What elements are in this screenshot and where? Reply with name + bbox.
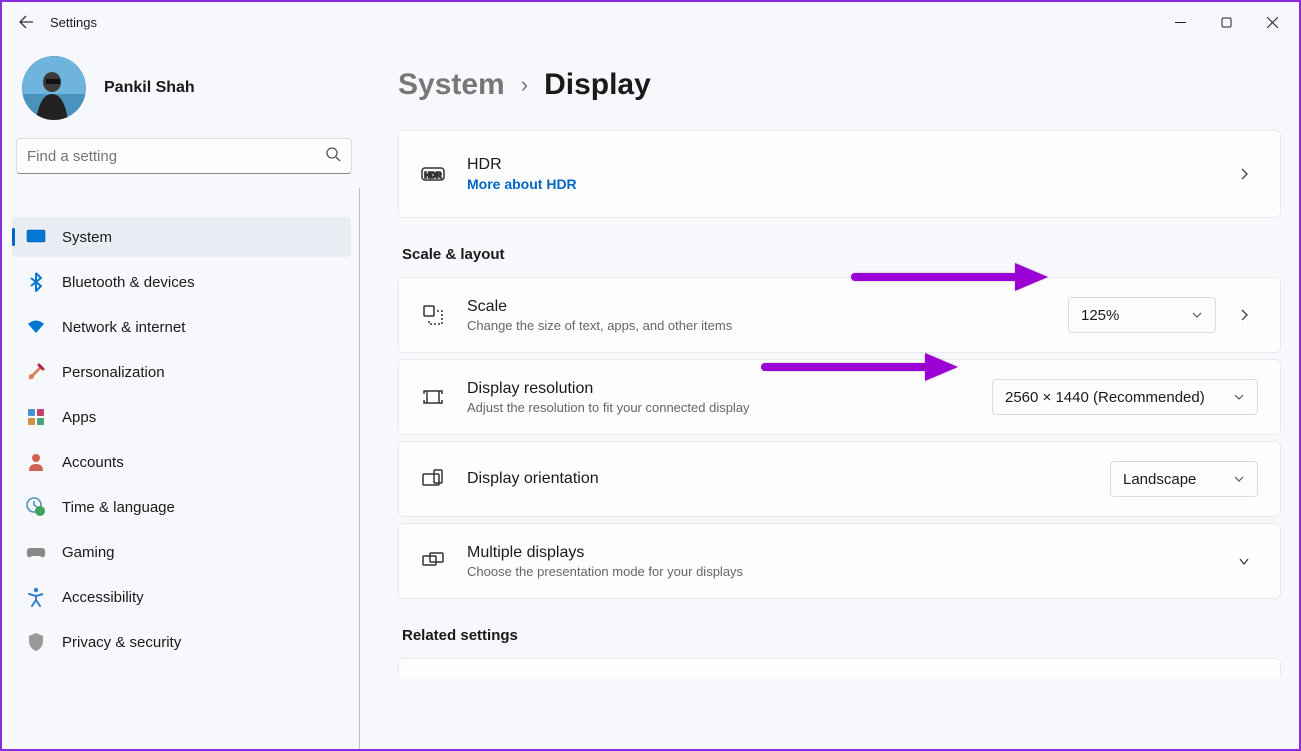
profile-name: Pankil Shah xyxy=(104,79,195,97)
hdr-icon: HDR xyxy=(421,162,445,186)
sidebar-item-label: Gaming xyxy=(62,544,115,561)
sidebar-item-accessibility[interactable]: Accessibility xyxy=(12,577,351,617)
sidebar-item-time-language[interactable]: Time & language xyxy=(12,487,351,527)
orientation-title: Display orientation xyxy=(467,470,1110,488)
maximize-button[interactable] xyxy=(1203,2,1249,42)
title-bar: Settings xyxy=(2,2,1299,42)
multiple-sub: Choose the presentation mode for your di… xyxy=(467,564,1230,579)
sidebar-item-label: Bluetooth & devices xyxy=(62,274,195,291)
apps-icon xyxy=(26,407,46,427)
sidebar-item-label: System xyxy=(62,229,112,246)
multiple-displays-card[interactable]: Multiple displays Choose the presentatio… xyxy=(398,523,1281,599)
chevron-down-icon xyxy=(1233,473,1245,485)
resolution-select[interactable]: 2560 × 1440 (Recommended) xyxy=(992,379,1258,415)
sidebar-item-label: Accessibility xyxy=(62,589,144,606)
hdr-link[interactable]: More about HDR xyxy=(467,176,1230,192)
breadcrumb-parent[interactable]: System xyxy=(398,68,505,102)
scale-icon xyxy=(421,303,445,327)
sidebar-item-personalization[interactable]: Personalization xyxy=(12,352,351,392)
nav-overflow-top xyxy=(8,188,359,212)
page-title: Display xyxy=(544,68,651,102)
sidebar-item-label: Apps xyxy=(62,409,96,426)
shield-icon xyxy=(26,632,46,652)
sidebar-item-accounts[interactable]: Accounts xyxy=(12,442,351,482)
chevron-down-icon[interactable] xyxy=(1230,554,1258,568)
accessibility-icon xyxy=(26,587,46,607)
chevron-right-icon: › xyxy=(521,72,528,98)
sidebar-item-label: Time & language xyxy=(62,499,175,516)
sidebar-item-system[interactable]: System xyxy=(12,217,351,257)
chevron-down-icon xyxy=(1191,309,1203,321)
resolution-icon xyxy=(421,385,445,409)
resolution-title: Display resolution xyxy=(467,380,992,398)
paintbrush-icon xyxy=(26,362,46,382)
chevron-right-icon[interactable] xyxy=(1230,308,1258,322)
close-button[interactable] xyxy=(1249,2,1295,42)
orientation-select[interactable]: Landscape xyxy=(1110,461,1258,497)
multiple-title: Multiple displays xyxy=(467,544,1230,562)
wifi-icon xyxy=(26,317,46,337)
resolution-sub: Adjust the resolution to fit your connec… xyxy=(467,400,992,415)
hdr-title: HDR xyxy=(467,156,1230,174)
orientation-value: Landscape xyxy=(1123,471,1196,488)
sidebar-item-privacy[interactable]: Privacy & security xyxy=(12,622,351,662)
system-icon xyxy=(26,227,46,247)
related-card-placeholder[interactable] xyxy=(398,658,1281,678)
back-button[interactable] xyxy=(6,2,46,42)
sidebar-item-label: Accounts xyxy=(62,454,124,471)
scale-value: 125% xyxy=(1081,307,1119,324)
resolution-value: 2560 × 1440 (Recommended) xyxy=(1005,389,1205,406)
sidebar-item-label: Network & internet xyxy=(62,319,185,336)
avatar xyxy=(22,56,86,120)
sidebar-item-apps[interactable]: Apps xyxy=(12,397,351,437)
window-title: Settings xyxy=(50,15,97,30)
multiple-displays-icon xyxy=(421,549,445,573)
window-controls xyxy=(1157,2,1295,42)
scale-sub: Change the size of text, apps, and other… xyxy=(467,318,1068,333)
section-related: Related settings xyxy=(402,627,1281,644)
orientation-icon xyxy=(421,467,445,491)
gamepad-icon xyxy=(26,542,46,562)
search-input[interactable] xyxy=(27,148,325,165)
sidebar-item-label: Privacy & security xyxy=(62,634,181,651)
profile-section[interactable]: Pankil Shah xyxy=(8,42,360,138)
sidebar-item-network[interactable]: Network & internet xyxy=(12,307,351,347)
nav-list[interactable]: System Bluetooth & devices Network & int… xyxy=(8,188,360,749)
scale-card[interactable]: Scale Change the size of text, apps, and… xyxy=(398,277,1281,353)
clock-globe-icon xyxy=(26,497,46,517)
bluetooth-icon xyxy=(26,272,46,292)
sidebar-item-label: Personalization xyxy=(62,364,165,381)
sidebar-item-gaming[interactable]: Gaming xyxy=(12,532,351,572)
sidebar: Pankil Shah System Bluetooth & devices xyxy=(2,42,360,749)
chevron-down-icon xyxy=(1233,391,1245,403)
resolution-card[interactable]: Display resolution Adjust the resolution… xyxy=(398,359,1281,435)
section-scale-layout: Scale & layout xyxy=(402,246,1281,263)
chevron-right-icon xyxy=(1230,167,1258,181)
main-content: System › Display HDR HDR More about HDR … xyxy=(360,42,1299,749)
breadcrumb: System › Display xyxy=(398,68,1281,102)
hdr-card[interactable]: HDR HDR More about HDR xyxy=(398,130,1281,218)
scale-select[interactable]: 125% xyxy=(1068,297,1216,333)
person-icon xyxy=(26,452,46,472)
orientation-card[interactable]: Display orientation Landscape xyxy=(398,441,1281,517)
minimize-button[interactable] xyxy=(1157,2,1203,42)
sidebar-item-bluetooth[interactable]: Bluetooth & devices xyxy=(12,262,351,302)
scale-title: Scale xyxy=(467,298,1068,316)
search-icon xyxy=(325,146,341,167)
search-box[interactable] xyxy=(16,138,352,174)
svg-text:HDR: HDR xyxy=(424,171,442,180)
